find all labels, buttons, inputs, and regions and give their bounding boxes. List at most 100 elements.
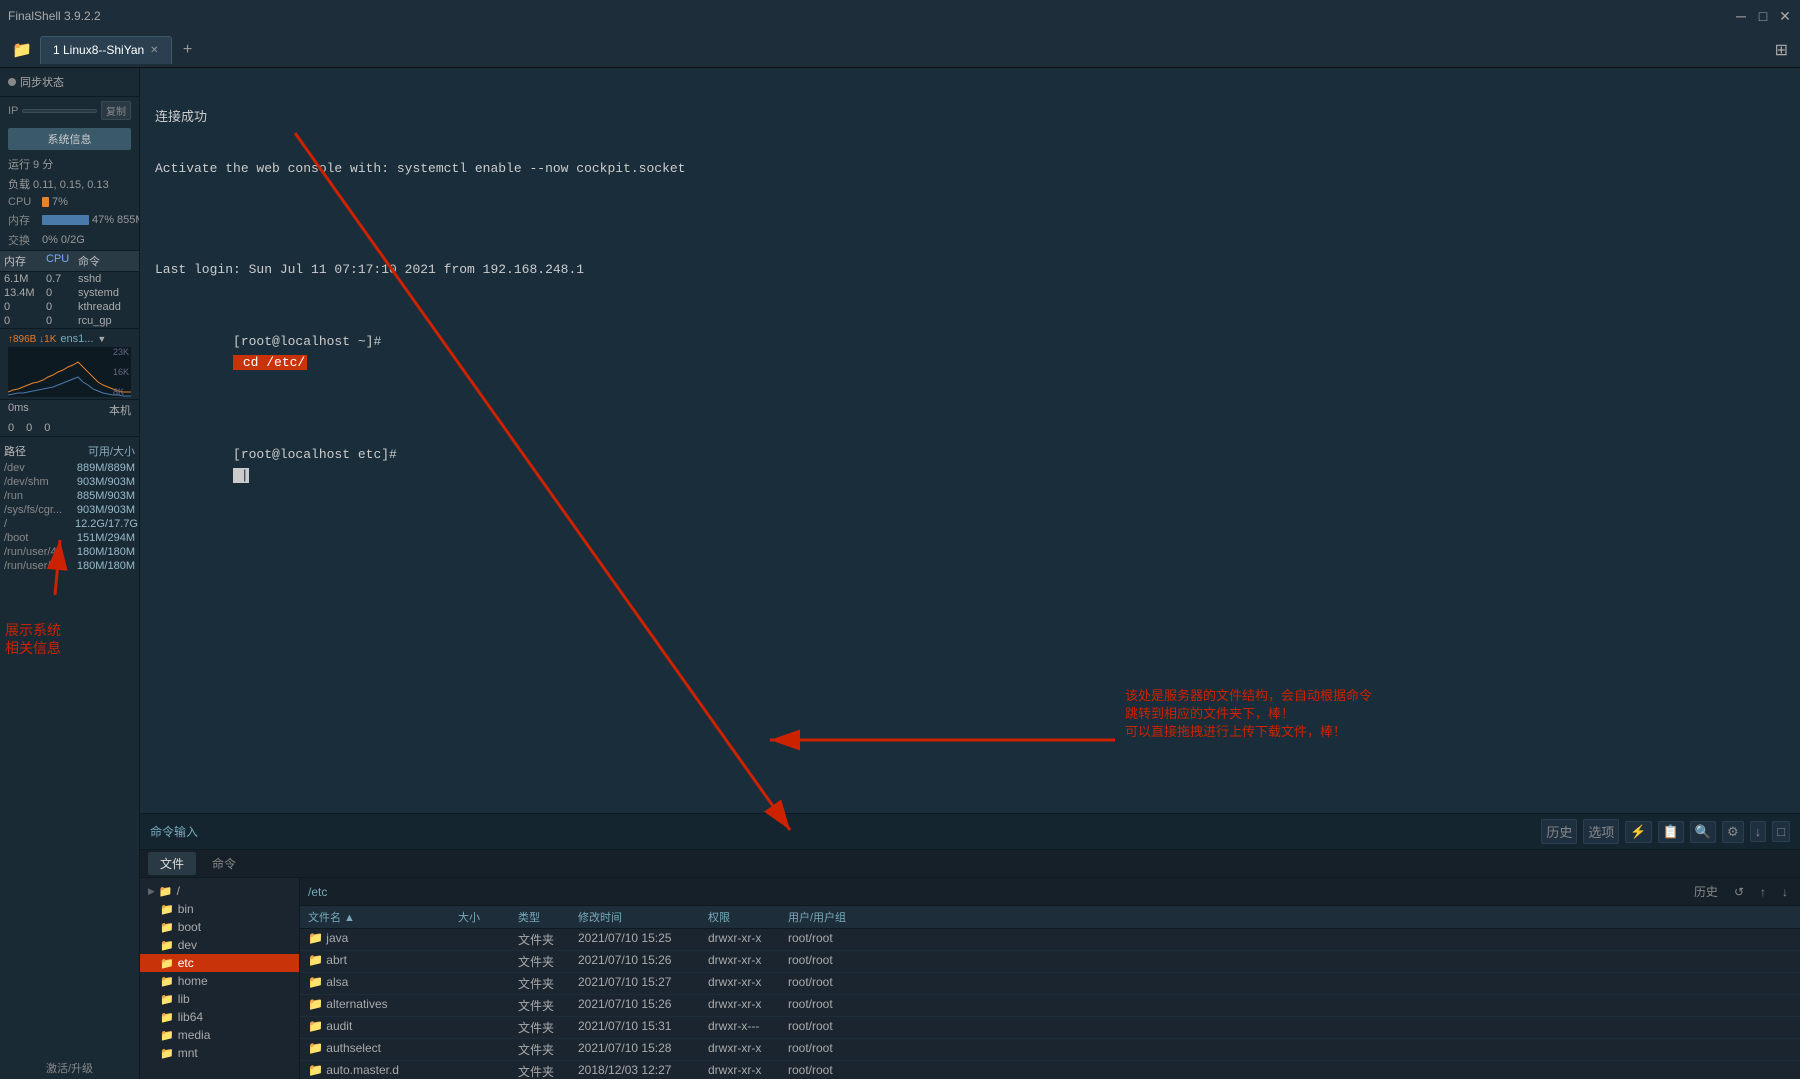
grid-icon[interactable]: ⊞ [1771,36,1792,64]
download-file-btn[interactable]: ↓ [1778,884,1792,900]
terminal-line3: Last login: Sun Jul 11 07:17:10 2021 fro… [155,260,1785,281]
proc-mem-4: 0 [4,315,42,327]
file-user-2: root/root [788,953,868,970]
proc-row-3: 0 0 kthreadd [0,300,139,314]
terminal-line5: [root@localhost etc]# | [155,424,1785,507]
history-file-btn[interactable]: 历史 [1690,882,1722,901]
file-name-2: 📁 abrt [308,953,458,970]
file-perm-4: drwxr-xr-x [708,997,788,1014]
sync-status: 同步状态 [0,68,139,97]
search-terminal-button[interactable]: 🔍 [1690,821,1716,843]
ping-val-2: 0 [26,422,32,434]
tree-item-lib64[interactable]: 📁 lib64 [140,1008,299,1026]
fullscreen-button[interactable]: □ [1772,821,1790,842]
tab-files[interactable]: 文件 [148,852,196,875]
file-row-5[interactable]: 📁 audit 文件夹 2021/07/10 15:31 drwxr-x--- … [300,1017,1800,1039]
network-graph: 23K 16K 8K [8,347,131,397]
file-size-6 [458,1041,518,1058]
terminal-area: 连接成功 Activate the web console with: syst… [140,68,1800,849]
swap-label: 交换 [8,232,38,248]
copy-terminal-button[interactable]: 📋 [1658,821,1684,843]
cpu-bar-container: 7% [42,196,131,208]
net-dropdown-icon[interactable]: ▼ [97,334,106,344]
disk-path-6: /boot [4,532,71,544]
tree-folder-bin: 📁 [160,903,174,916]
file-size-5 [458,1019,518,1036]
file-type-7: 文件夹 [518,1063,578,1079]
file-browser: ▶ 📁 / 📁 bin 📁 boot 📁 dev [140,878,1800,1079]
disk-size-3: 885M/903M [75,490,135,502]
tree-item-lib[interactable]: 📁 lib [140,990,299,1008]
proc-cmd-3: kthreadd [78,301,135,313]
folder-icon-button[interactable]: 📁 [8,36,36,64]
runtime-row: 运行 9 分 [0,154,139,174]
tree-item-boot[interactable]: 📁 boot [140,918,299,936]
history-button[interactable]: 历史 [1541,819,1577,844]
file-toolbar: /etc 历史 ↺ ↑ ↓ [300,878,1800,906]
tree-item-root[interactable]: ▶ 📁 / [140,882,299,900]
tree-item-bin[interactable]: 📁 bin [140,900,299,918]
mem-detail: 855M/1.8G [117,214,140,226]
tree-folder-mnt: 📁 [160,1047,174,1060]
file-row-6[interactable]: 📁 authselect 文件夹 2021/07/10 15:28 drwxr-… [300,1039,1800,1061]
download-button[interactable]: ↓ [1750,821,1767,842]
disk-path-8: /run/user/0 [4,560,71,572]
file-name-3: 📁 alsa [308,975,458,992]
upgrade-button[interactable]: 激活/升级 [0,1057,139,1079]
new-tab-button[interactable]: + [176,38,200,62]
tree-label-boot: boot [178,920,201,934]
sys-info-button[interactable]: 系统信息 [8,128,131,150]
lightning-button[interactable]: ⚡ [1625,821,1651,843]
ping-host: 本机 [109,402,131,418]
tree-folder-root: 📁 [159,885,173,898]
proc-cmd-2: systemd [78,287,135,299]
file-row-2[interactable]: 📁 abrt 文件夹 2021/07/10 15:26 drwxr-xr-x r… [300,951,1800,973]
proc-col-cmd-header: 命令 [78,253,135,269]
tab-commands[interactable]: 命令 [200,852,248,875]
file-row-3[interactable]: 📁 alsa 文件夹 2021/07/10 15:27 drwxr-xr-x r… [300,973,1800,995]
main-content: 同步状态 IP 复制 系统信息 运行 9 分 负载 0.11, 0.15, 0.… [0,68,1800,1079]
close-button[interactable]: ✕ [1778,9,1792,23]
file-user-4: root/root [788,997,868,1014]
tree-arrow-root: ▶ [148,886,155,897]
tree-item-media[interactable]: 📁 media [140,1026,299,1044]
net-interface: ens1... [60,333,93,345]
tab-bar: 📁 1 Linux8--ShiYan ✕ + ⊞ [0,32,1800,68]
terminal-input[interactable] [206,825,1533,839]
refresh-btn[interactable]: ↺ [1730,884,1748,900]
file-perm-1: drwxr-xr-x [708,931,788,948]
file-size-3 [458,975,518,992]
bottom-tabs: 文件 命令 [140,850,1800,878]
file-row-7[interactable]: 📁 auto.master.d 文件夹 2018/12/03 12:27 drw… [300,1061,1800,1079]
tree-item-dev[interactable]: 📁 dev [140,936,299,954]
disk-size-6: 151M/294M [75,532,135,544]
tab-linux8[interactable]: 1 Linux8--ShiYan ✕ [40,36,172,64]
file-row-4[interactable]: 📁 alternatives 文件夹 2021/07/10 15:26 drwx… [300,995,1800,1017]
title-bar: FinalShell 3.9.2.2 ─ □ ✕ [0,0,1800,32]
ping-latency: 0ms [8,402,29,418]
tree-item-home[interactable]: 📁 home [140,972,299,990]
prompt-1: [root@localhost ~]# [233,334,381,349]
tree-item-etc[interactable]: 📁 etc [140,954,299,972]
file-perm-6: drwxr-xr-x [708,1041,788,1058]
input-label: 命令输入 [150,823,198,840]
minimize-button[interactable]: ─ [1734,9,1748,23]
ping-section: 0ms 本机 [0,399,139,420]
file-size-2 [458,953,518,970]
tree-label-media: media [178,1028,211,1042]
cpu-value: 7% [52,196,68,208]
col-user: 用户/用户组 [788,909,868,925]
tree-folder-etc: 📁 [160,957,174,970]
maximize-button[interactable]: □ [1756,9,1770,23]
options-button[interactable]: 选项 [1583,819,1619,844]
tree-folder-home: 📁 [160,975,174,988]
file-row-1[interactable]: 📁 java 文件夹 2021/07/10 15:25 drwxr-xr-x r… [300,929,1800,951]
settings-button[interactable]: ⚙ [1722,821,1744,843]
upload-btn[interactable]: ↑ [1756,884,1770,900]
disk-row-6: /boot 151M/294M [0,531,139,545]
swap-row: 交换 0% 0/2G [0,230,139,250]
tab-close-button[interactable]: ✕ [150,45,158,56]
copy-button[interactable]: 复制 [101,101,131,120]
tree-item-mnt[interactable]: 📁 mnt [140,1044,299,1062]
disk-path-1: /dev [4,462,71,474]
